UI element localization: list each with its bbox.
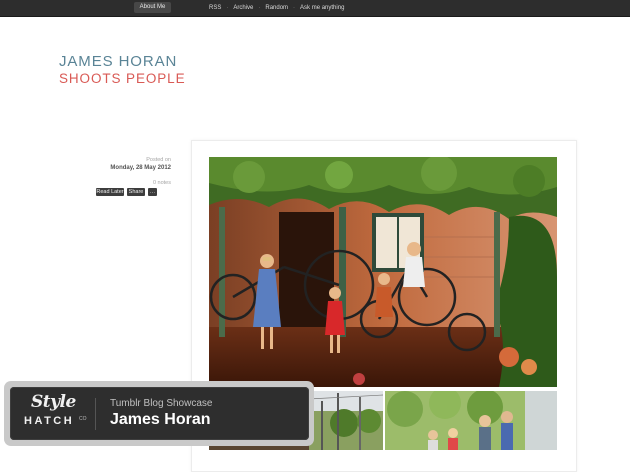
style-hatch-logo-style: Style <box>31 392 76 412</box>
share-button[interactable]: Share <box>127 188 145 196</box>
post-actions: Read Later Share … <box>96 188 157 196</box>
top-nav-links: RSS · Archive · Random · Ask me anything <box>209 0 344 16</box>
nav-separator: · <box>293 5 296 11</box>
showcase-blog-name: James Horan <box>110 411 211 428</box>
porch-photo <box>209 157 557 387</box>
top-navigation-bar: About Me RSS · Archive · Random · Ask me… <box>0 0 630 17</box>
nav-link-rss[interactable]: RSS <box>209 5 221 11</box>
nav-separator: · <box>226 5 229 11</box>
post-meta: Posted on Monday, 28 May 2012 0 notes <box>51 156 171 187</box>
nav-link-random[interactable]: Random <box>265 5 288 11</box>
blog-title[interactable]: JAMES HORAN <box>59 53 177 70</box>
notes-count[interactable]: 0 notes <box>51 179 171 187</box>
style-hatch-logo-hatch: HATCH <box>24 415 75 427</box>
read-later-button[interactable]: Read Later <box>96 188 124 196</box>
post-photo-main[interactable] <box>209 157 557 387</box>
posted-on-label: Posted on <box>146 157 171 163</box>
nav-link-ask[interactable]: Ask me anything <box>300 5 344 11</box>
post-photo-garden[interactable] <box>385 391 557 450</box>
showcase-divider <box>95 398 96 430</box>
showcase-subtitle: Tumblr Blog Showcase <box>110 398 213 409</box>
style-hatch-logo-co: CO <box>79 416 87 422</box>
nav-separator: · <box>258 5 261 11</box>
post-date[interactable]: Monday, 28 May 2012 <box>51 164 171 172</box>
about-me-button[interactable]: About Me <box>134 2 171 13</box>
blog-tagline[interactable]: SHOOTS PEOPLE <box>59 71 185 86</box>
nav-link-archive[interactable]: Archive <box>233 5 253 11</box>
garden-photo <box>385 391 557 450</box>
more-button[interactable]: … <box>148 188 157 196</box>
